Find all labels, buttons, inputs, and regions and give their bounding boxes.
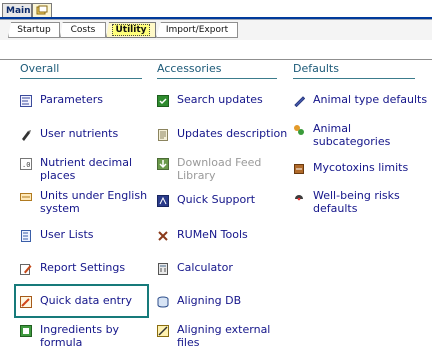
tab-utility-label: Utility <box>112 24 150 36</box>
tab-import-export[interactable]: Import/Export <box>156 22 238 38</box>
overall-rule <box>20 78 142 79</box>
parameters-icon <box>20 95 32 107</box>
aligning-db-link[interactable]: Aligning DB <box>157 294 241 308</box>
report-settings-icon <box>20 264 32 275</box>
tools-icon <box>158 231 168 241</box>
sub-tab-line <box>0 59 432 60</box>
report-settings-link[interactable]: Report Settings <box>20 261 125 275</box>
ingredients-icon <box>20 325 32 337</box>
quick-data-entry-label: Quick data entry <box>40 294 132 307</box>
well-being-risks-defaults-label: Well-being risks defaults <box>313 189 400 215</box>
defaults-rule <box>293 78 415 79</box>
download-feed-library-label: Download Feed Library <box>177 156 262 182</box>
quick-support-link[interactable]: Quick Support <box>157 193 255 207</box>
user-lists-link[interactable]: User Lists <box>20 228 94 242</box>
search-updates-link[interactable]: Search updates <box>157 93 263 107</box>
external-files-icon <box>157 325 169 337</box>
tab-main[interactable]: Main <box>2 3 32 17</box>
support-icon <box>157 195 169 207</box>
quick-support-label: Quick Support <box>177 193 256 206</box>
report-settings-label: Report Settings <box>40 261 126 274</box>
calculator-link[interactable]: Calculator <box>157 261 233 275</box>
tab-costs[interactable]: Costs <box>60 22 106 38</box>
updates-description-label: Updates description <box>177 127 288 140</box>
tab-main-label: Main <box>6 6 31 16</box>
defaults-header: Defaults <box>293 62 339 75</box>
animal-subcategories-label: Animal subcategories <box>313 122 391 148</box>
search-updates-label: Search updates <box>177 93 263 106</box>
database-icon <box>157 296 169 308</box>
animal-subcategories-link[interactable]: Animal subcategories <box>293 122 413 148</box>
rumen-tools-link[interactable]: RUMeN Tools <box>157 228 248 242</box>
rumen-tools-label: RUMeN Tools <box>177 228 248 241</box>
nutrient-decimal-places-label: Nutrient decimal places <box>40 156 133 182</box>
user-lists-label: User Lists <box>40 228 94 241</box>
aligning-db-label: Aligning DB <box>177 294 242 307</box>
search-updates-icon <box>157 95 169 107</box>
decimal-icon: .0 <box>20 158 32 170</box>
animal-type-defaults-link[interactable]: Animal type defaults <box>293 93 427 107</box>
accessories-rule <box>157 78 277 79</box>
animal-type-icon <box>294 96 305 107</box>
svg-text:.0: .0 <box>22 161 30 169</box>
aligning-external-files-label: Aligning external files <box>177 323 271 349</box>
download-icon <box>157 158 169 170</box>
overall-header: Overall <box>20 62 60 75</box>
ingredients-by-formula-label: Ingredients by formula <box>40 323 120 349</box>
well-being-icon <box>295 195 303 201</box>
accessories-header: Accessories <box>157 62 222 75</box>
tab-secondary[interactable] <box>32 3 52 17</box>
parameters-link[interactable]: Parameters <box>20 93 103 107</box>
mycotoxins-limits-label: Mycotoxins limits <box>313 161 409 174</box>
mycotoxins-icon <box>294 164 304 174</box>
tab-utility[interactable]: Utility <box>106 22 156 38</box>
nutrients-icon <box>22 130 31 141</box>
nutrient-decimal-places-link[interactable]: .0 Nutrient decimal places <box>20 156 148 182</box>
tab-startup[interactable]: Startup <box>8 22 60 38</box>
calculator-label: Calculator <box>177 261 233 274</box>
aligning-external-files-link[interactable]: Aligning external files <box>157 323 277 349</box>
document-icon <box>158 129 168 141</box>
subcategories-icon <box>294 125 304 135</box>
calculator-icon <box>158 263 168 275</box>
tab-secondary-icon <box>36 5 48 15</box>
list-icon <box>21 230 31 242</box>
tab-startup-label: Startup <box>17 25 51 35</box>
mycotoxins-limits-link[interactable]: Mycotoxins limits <box>293 161 408 175</box>
user-nutrients-link[interactable]: User nutrients <box>20 127 118 141</box>
quick-data-entry-link[interactable]: Quick data entry <box>20 294 132 308</box>
animal-type-defaults-label: Animal type defaults <box>313 93 428 106</box>
units-icon <box>20 193 32 201</box>
sub-tab-bar: Startup Costs Utility Import/Export <box>0 20 432 60</box>
download-feed-library-link: Download Feed Library <box>157 156 277 182</box>
quick-entry-icon <box>20 296 32 308</box>
well-being-risks-defaults-link[interactable]: Well-being risks defaults <box>293 189 423 215</box>
user-nutrients-label: User nutrients <box>40 127 119 140</box>
tab-import-export-label: Import/Export <box>165 25 229 35</box>
updates-description-link[interactable]: Updates description <box>157 127 287 141</box>
tab-costs-label: Costs <box>70 25 96 35</box>
units-english-system-link[interactable]: Units under English system <box>20 189 148 215</box>
top-tab-bar: Main <box>0 0 432 20</box>
ingredients-by-formula-link[interactable]: Ingredients by formula <box>20 323 140 349</box>
units-english-system-label: Units under English system <box>40 189 148 215</box>
parameters-label: Parameters <box>40 93 103 106</box>
